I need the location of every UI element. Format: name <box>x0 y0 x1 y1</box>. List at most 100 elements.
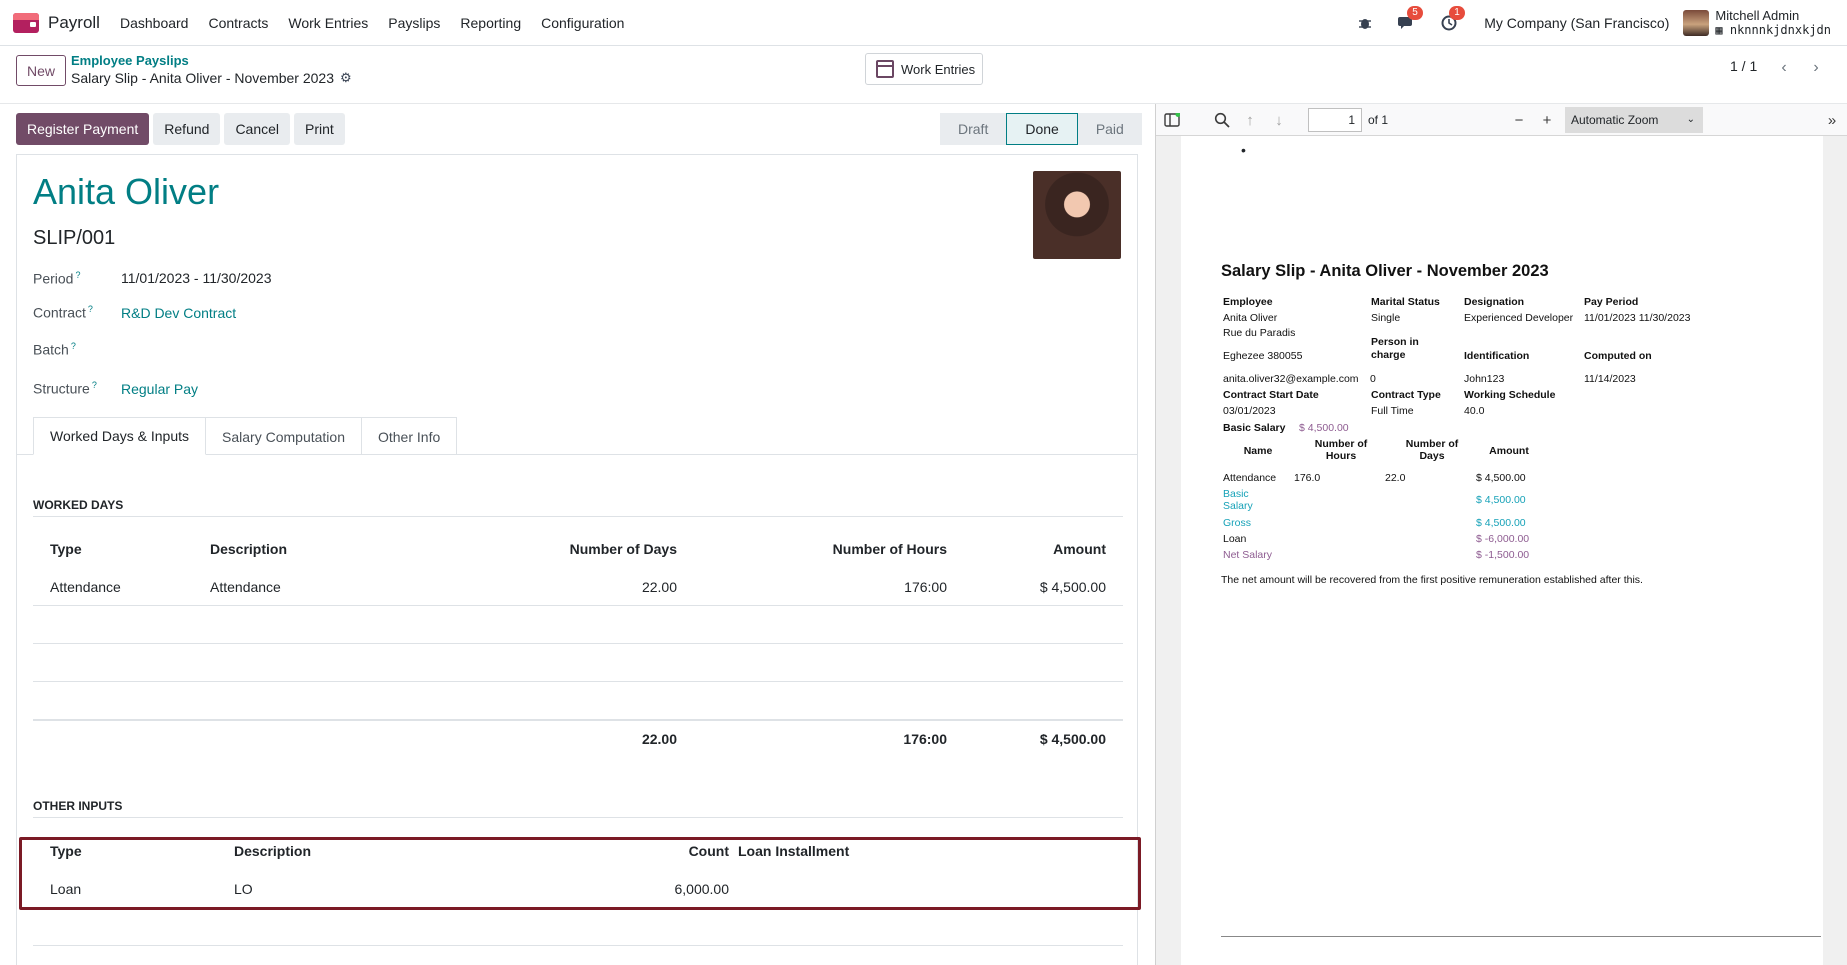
sidebar-toggle-icon[interactable] <box>1162 110 1182 130</box>
structure-label-text: Structure <box>33 380 90 397</box>
pdf-line-net-amount: $ -1,500.00 <box>1476 549 1530 561</box>
table-row-divider <box>33 643 1123 644</box>
chevron-down-icon: ⌄ <box>1686 114 1695 125</box>
structure-help[interactable]: ? <box>92 380 97 390</box>
work-entries-label: Work Entries <box>901 61 976 77</box>
wd-header-description[interactable]: Description <box>210 541 287 557</box>
worked-days-title: WORKED DAYS <box>33 498 124 512</box>
pdf-line-gross-amount: $ 4,500.00 <box>1476 517 1526 529</box>
menu-configuration[interactable]: Configuration <box>531 15 634 31</box>
form-sheet: Anita Oliver SLIP/001 Period? 11/01/2023… <box>16 154 1141 965</box>
wd-header-days[interactable]: Number of Days <box>477 541 677 557</box>
activities-clock-icon[interactable]: 1 <box>1438 6 1465 34</box>
pdf-wd-row-days: 22.0 <box>1385 472 1406 484</box>
user-avatar[interactable] <box>1683 10 1710 36</box>
pdf-employee-label: Employee <box>1223 296 1273 308</box>
form-tabs: Worked Days & Inputs Salary Computation … <box>33 417 458 455</box>
pdf-page: • Salary Slip - Anita Oliver - November … <box>1181 136 1823 965</box>
search-icon[interactable] <box>1212 110 1232 130</box>
status-paid[interactable]: Paid <box>1077 113 1142 145</box>
zoom-select[interactable]: Automatic Zoom ⌄ <box>1565 107 1703 133</box>
pdf-schedule-value: 40.0 <box>1464 405 1485 417</box>
tools-double-chevron-icon[interactable]: » <box>1822 110 1842 130</box>
pdf-line-basic-amount: $ 4,500.00 <box>1476 494 1526 506</box>
wd-row-amount[interactable]: $ 4,500.00 <box>917 579 1106 595</box>
calendar-icon <box>876 60 894 78</box>
breadcrumb-employee-payslips[interactable]: Employee Payslips <box>71 53 189 68</box>
period-help[interactable]: ? <box>75 270 80 280</box>
pdf-wd-header-amount: Amount <box>1489 445 1529 457</box>
tab-other-info[interactable]: Other Info <box>360 417 458 455</box>
pdf-marital-label: Marital Status <box>1371 296 1440 308</box>
pdf-line-gross-name: Gross <box>1223 517 1252 529</box>
user-menu[interactable]: Mitchell Admin ▦ nknnnkjdnxkjdn <box>1715 8 1831 38</box>
employee-photo[interactable] <box>1033 171 1121 259</box>
next-page-arrow-down-icon[interactable]: ↓ <box>1269 110 1289 130</box>
pdf-viewer: ↑ ↓ 1 of 1 − + Automatic Zoom ⌄ » • Salar… <box>1155 104 1847 965</box>
pdf-address-1: Rue du Paradis <box>1223 327 1296 339</box>
pdf-basic-salary-value: $ 4,500.00 <box>1299 422 1349 434</box>
worked-days-divider <box>33 516 1123 517</box>
cancel-button[interactable]: Cancel <box>224 113 291 145</box>
refund-button[interactable]: Refund <box>153 113 221 145</box>
pager-counter[interactable]: 1 / 1 <box>1730 58 1757 74</box>
pdf-wd-header-hours-1: Number of <box>1314 438 1368 450</box>
menu-contracts[interactable]: Contracts <box>198 15 278 31</box>
work-entries-button[interactable]: Work Entries <box>865 53 983 85</box>
contract-link[interactable]: R&D Dev Contract <box>121 305 236 321</box>
wd-row-days[interactable]: 22.00 <box>477 579 677 595</box>
contract-help[interactable]: ? <box>88 304 93 314</box>
user-name: Mitchell Admin <box>1715 8 1800 23</box>
wd-header-amount[interactable]: Amount <box>917 541 1106 557</box>
register-payment-button[interactable]: Register Payment <box>16 113 150 145</box>
contract-label: Contract? <box>33 304 93 321</box>
pdf-wd-header-days-1: Number of <box>1405 438 1459 450</box>
previous-page-arrow-up-icon[interactable]: ↑ <box>1240 110 1260 130</box>
pdf-scroll-area[interactable] <box>1823 136 1847 965</box>
main-menu: Dashboard Contracts Work Entries Payslip… <box>110 15 634 31</box>
gear-icon[interactable]: ⚙ <box>340 70 352 86</box>
wd-header-type[interactable]: Type <box>50 541 82 557</box>
new-button[interactable]: New <box>16 55 66 86</box>
slip-number[interactable]: SLIP/001 <box>33 227 115 250</box>
chevron-right-icon[interactable]: › <box>1803 55 1829 81</box>
database-name: nknnnkjdnxkjdn <box>1729 23 1831 37</box>
wd-row-description[interactable]: Attendance <box>210 579 281 595</box>
status-draft[interactable]: Draft <box>940 113 1007 145</box>
period-label: Period? <box>33 270 80 287</box>
pdf-person-charge-value: 0 <box>1370 373 1376 385</box>
app-name[interactable]: Payroll <box>48 13 100 33</box>
tab-salary-computation[interactable]: Salary Computation <box>205 417 362 455</box>
period-value[interactable]: 11/01/2023 - 11/30/2023 <box>121 270 272 286</box>
zoom-out-minus-icon[interactable]: − <box>1509 110 1529 130</box>
menu-dashboard[interactable]: Dashboard <box>110 15 199 31</box>
zoom-value: Automatic Zoom <box>1571 113 1659 127</box>
pdf-wd-header-hours-2: Hours <box>1325 450 1357 462</box>
menu-work-entries[interactable]: Work Entries <box>278 15 378 31</box>
page-number-input[interactable]: 1 <box>1308 108 1362 132</box>
menu-payslips[interactable]: Payslips <box>378 15 450 31</box>
pdf-computed-label: Computed on <box>1584 350 1652 362</box>
structure-link[interactable]: Regular Pay <box>121 381 198 397</box>
company-switcher[interactable]: My Company (San Francisco) <box>1484 15 1669 31</box>
pdf-wd-row-name: Attendance <box>1223 472 1277 484</box>
pdf-contract-start-label: Contract Start Date <box>1223 389 1319 401</box>
pdf-contract-type-value: Full Time <box>1371 405 1414 417</box>
batch-label-text: Batch <box>33 341 69 358</box>
other-inputs-highlight-box <box>19 837 1141 910</box>
tab-worked-days-inputs[interactable]: Worked Days & Inputs <box>33 417 207 455</box>
status-done[interactable]: Done <box>1006 113 1078 145</box>
payroll-app-icon[interactable] <box>13 12 39 33</box>
zoom-in-plus-icon[interactable]: + <box>1537 110 1557 130</box>
debug-bug-icon[interactable] <box>1354 12 1376 34</box>
menu-reporting[interactable]: Reporting <box>450 15 531 31</box>
wd-row-type[interactable]: Attendance <box>50 579 121 595</box>
batch-help[interactable]: ? <box>71 341 76 351</box>
messages-chat-icon[interactable]: 5 <box>1396 6 1423 34</box>
pdf-wd-row-hours: 176.0 <box>1294 472 1321 484</box>
print-button[interactable]: Print <box>294 113 345 145</box>
contract-label-text: Contract <box>33 304 86 321</box>
employee-name[interactable]: Anita Oliver <box>33 171 219 213</box>
pdf-contract-start-value: 03/01/2023 <box>1223 405 1276 417</box>
chevron-left-icon[interactable]: ‹ <box>1771 55 1797 81</box>
